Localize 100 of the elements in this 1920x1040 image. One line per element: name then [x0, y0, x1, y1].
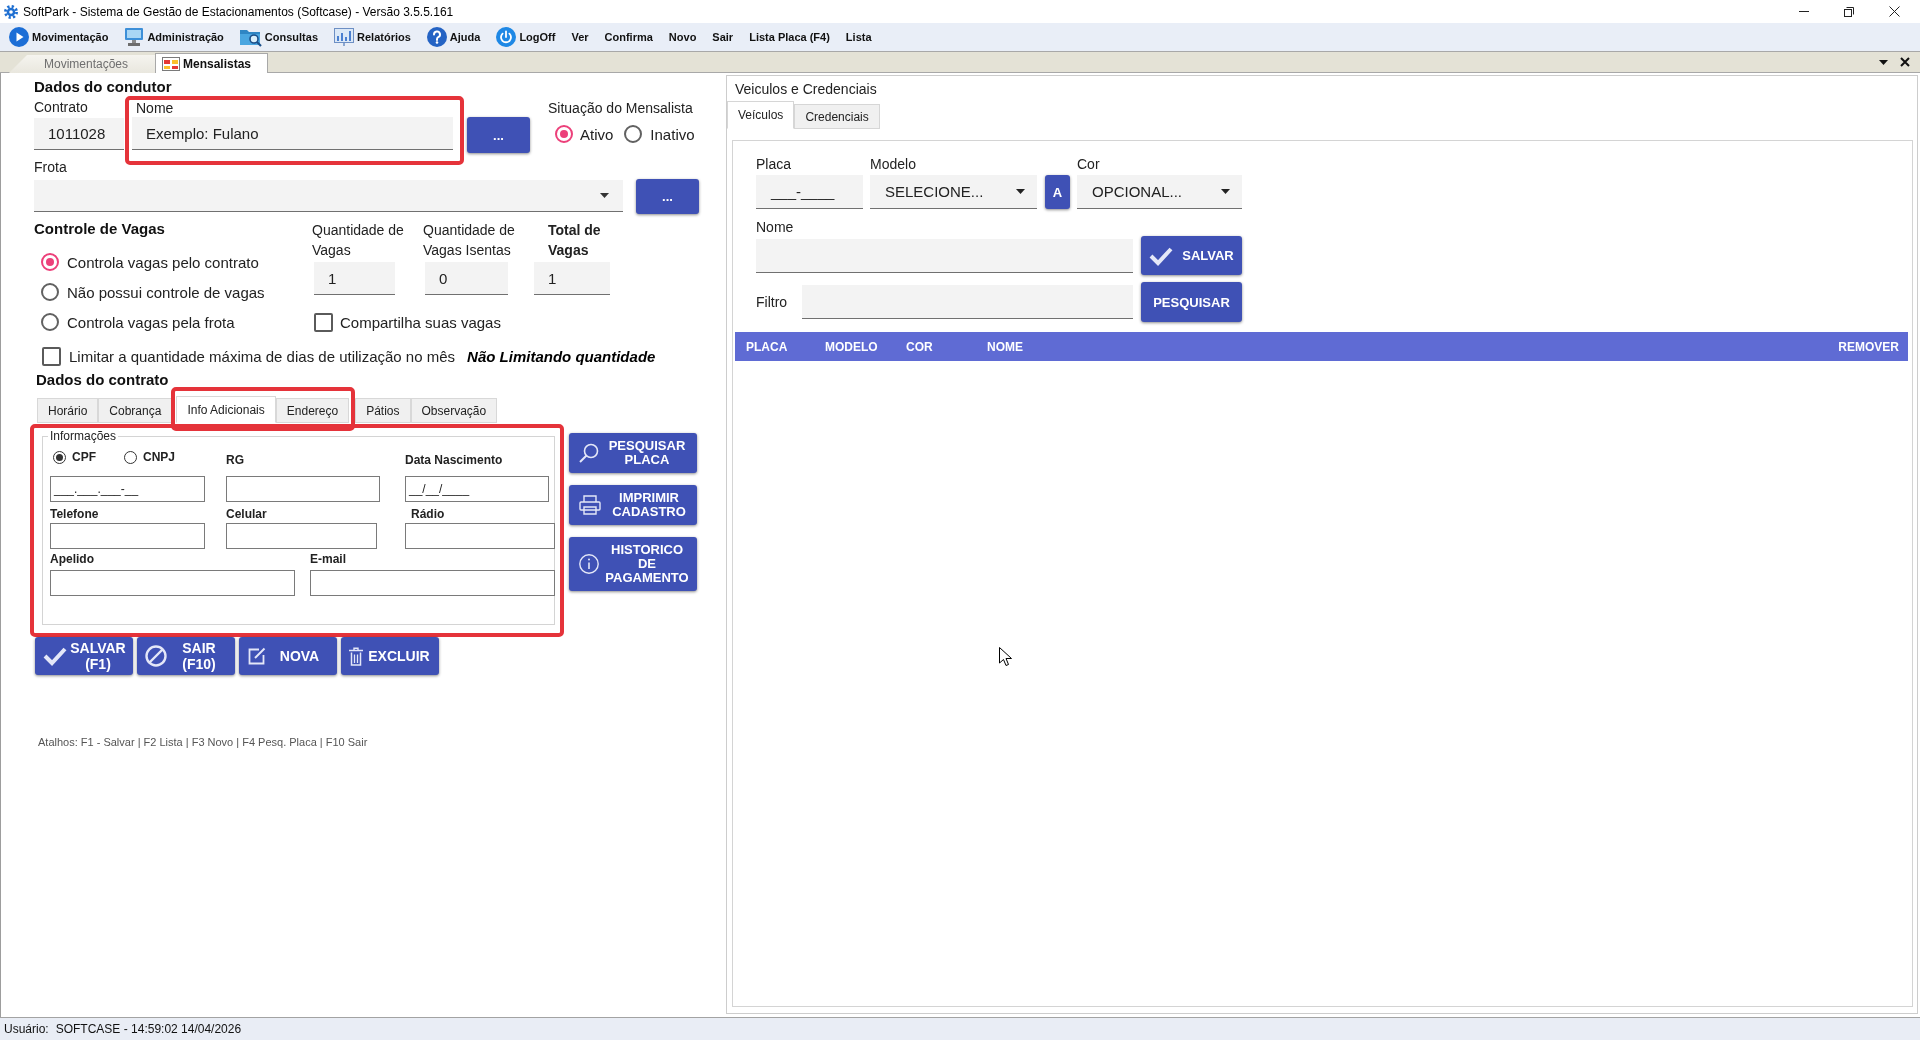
radio-button[interactable] — [124, 450, 137, 464]
text-field[interactable] — [226, 476, 380, 502]
tab[interactable]: Horário — [37, 398, 99, 423]
menu-item[interactable]: Ver — [563, 25, 597, 49]
menu-item[interactable]: Administração — [116, 25, 232, 49]
close-icon[interactable] — [1889, 6, 1900, 17]
radio-label[interactable]: CNPJ — [143, 450, 175, 464]
text-field[interactable] — [50, 523, 205, 549]
menu-item[interactable]: Novo — [660, 25, 705, 49]
text-field[interactable]: 1011028 — [34, 118, 124, 150]
menu-item[interactable]: Movimentação — [1, 25, 117, 49]
tab[interactable]: Info Adicionais — [176, 396, 276, 423]
text-field[interactable] — [756, 239, 1133, 273]
text-field[interactable] — [50, 570, 295, 596]
add-button[interactable]: A — [1045, 175, 1070, 209]
new-button[interactable]: NOVA — [239, 637, 337, 675]
field-label: Frota — [34, 159, 68, 176]
radio-label[interactable]: Não possui controle de vagas — [67, 283, 265, 301]
radio-button[interactable] — [624, 125, 643, 143]
text-field[interactable]: Exemplo: Fulano — [132, 117, 453, 150]
status-text: Não Limitando quantidade — [467, 347, 656, 365]
radio-label[interactable]: Inativo — [650, 125, 695, 143]
checkbox-label[interactable]: Compartilha suas vagas — [340, 313, 501, 331]
caret-icon — [1221, 189, 1230, 194]
radio-label[interactable]: CPF — [72, 450, 96, 464]
browse-button[interactable]: ... — [636, 179, 699, 214]
menu-item[interactable]: Relatórios — [326, 25, 419, 49]
column-header: MODELO — [825, 339, 879, 354]
field-label: E-mail — [310, 552, 346, 566]
radio-label[interactable]: Ativo — [580, 125, 614, 143]
text-field[interactable] — [310, 570, 555, 596]
radio-button[interactable] — [41, 313, 59, 331]
power-icon — [496, 27, 517, 47]
field-label: RG — [226, 453, 245, 467]
text-field[interactable]: 0 — [425, 262, 508, 295]
menu-item[interactable]: Consultas — [231, 25, 327, 49]
tab[interactable]: Observação — [410, 398, 498, 423]
text-field[interactable]: ___.___.___-__ — [50, 476, 205, 502]
payment-history-button[interactable]: HISTORICO DE PAGAMENTO — [569, 537, 697, 591]
save-button[interactable]: SALVAR (F1) — [35, 637, 133, 675]
help-icon — [426, 27, 447, 47]
text-field[interactable]: ___-____ — [756, 175, 863, 209]
browse-button[interactable]: ... — [467, 117, 530, 153]
exit-button[interactable]: SAIR (F10) — [137, 637, 235, 675]
folder-search-icon — [239, 27, 262, 47]
radio-label[interactable]: Controla vagas pelo contrato — [67, 253, 259, 271]
tab[interactable]: Pátios — [355, 398, 411, 423]
tab[interactable]: Veículos — [727, 101, 795, 129]
text-field[interactable]: 1 — [314, 262, 395, 295]
print-button[interactable]: IMPRIMIR CADASTRO — [569, 485, 697, 525]
search-button[interactable]: PESQUISAR — [1141, 282, 1242, 322]
field-label: Quantidade de Vagas — [312, 221, 405, 260]
info-icon — [579, 554, 599, 574]
radio-button[interactable] — [41, 283, 59, 301]
text-field[interactable] — [226, 523, 377, 549]
dropdown[interactable]: SELECIONE... — [870, 175, 1037, 209]
dropdown[interactable] — [34, 180, 623, 212]
delete-button[interactable]: EXCLUIR — [341, 637, 439, 675]
menu-item[interactable]: Lista — [837, 25, 880, 49]
radio-button[interactable] — [41, 253, 59, 271]
shortcut-hint: Atalhos: F1 - Salvar | F2 Lista | F3 Novo | F4 Pesq. Placa | F10 Sair — [38, 735, 369, 749]
menu-item[interactable]: Confirma — [596, 25, 661, 49]
dropdown[interactable]: OPCIONAL... — [1077, 175, 1242, 209]
document-tab[interactable]: Movimentações — [9, 55, 155, 73]
text-field[interactable]: __/__/____ — [405, 476, 549, 502]
column-header: REMOVER — [1838, 339, 1899, 354]
field-label: Situação do Mensalista — [548, 100, 694, 117]
field-label: Nome — [136, 100, 175, 117]
text-field[interactable]: 1 — [534, 262, 610, 295]
checkbox-label[interactable]: Limitar a quantidade máxima de dias de utilização no mês — [69, 347, 456, 365]
search-plate-button[interactable]: PESQUISAR PLACA — [569, 433, 697, 473]
checkbox[interactable] — [314, 312, 333, 332]
status-text: SOFTCASE - 14:59:02 14/04/2026 — [55, 1022, 242, 1036]
menu-item[interactable]: Ajuda — [418, 25, 489, 49]
radio-button[interactable] — [53, 450, 66, 464]
tab[interactable]: Endereço — [275, 398, 350, 423]
search-icon — [579, 443, 599, 463]
save-button[interactable]: SALVAR — [1141, 236, 1242, 275]
checkbox[interactable] — [42, 346, 61, 366]
restore-icon[interactable] — [1844, 6, 1854, 17]
text-field[interactable] — [802, 285, 1133, 319]
window-icon — [162, 56, 180, 71]
field-label: Filtro — [756, 293, 789, 311]
menu-item[interactable]: LogOff — [488, 25, 564, 49]
radio-button[interactable] — [555, 125, 573, 143]
field-label: Telefone — [50, 507, 100, 521]
field-label: Apelido — [50, 552, 95, 566]
tab[interactable]: Cobrança — [98, 398, 173, 423]
field-label: Rádio — [411, 507, 445, 521]
text-field[interactable] — [405, 523, 555, 549]
menu-item[interactable]: Lista Placa (F4) — [741, 25, 838, 49]
section-heading: Dados do condutor — [34, 78, 173, 96]
menu-item[interactable]: Sair — [704, 25, 742, 49]
caret-icon — [1879, 59, 1888, 65]
close-icon[interactable] — [1900, 57, 1910, 67]
tab[interactable]: Credenciais — [794, 104, 880, 129]
column-header: COR — [906, 339, 934, 354]
document-tab[interactable]: Mensalistas — [155, 53, 268, 73]
section-heading: Controle de Vagas — [34, 220, 166, 238]
radio-label[interactable]: Controla vagas pela frota — [67, 313, 235, 331]
